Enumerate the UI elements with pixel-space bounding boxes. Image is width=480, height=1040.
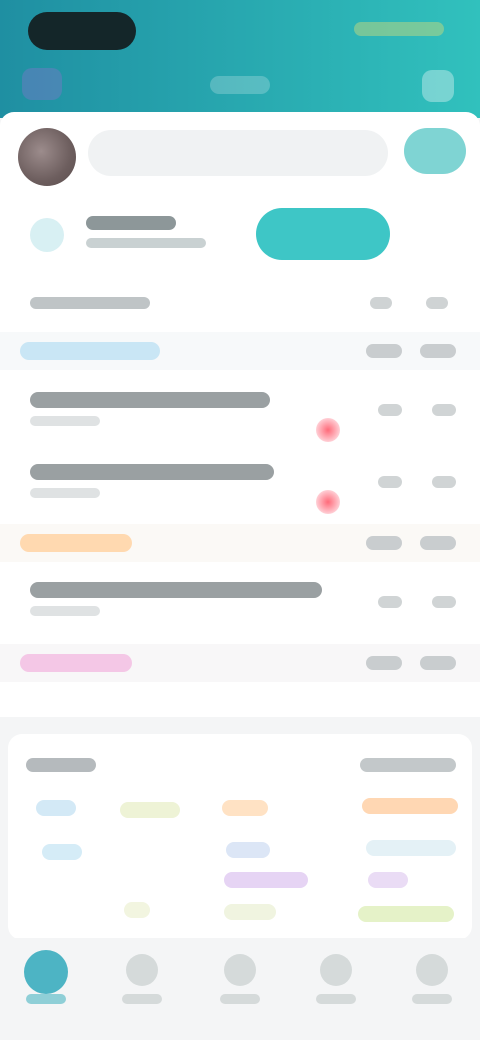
search-button[interactable] (404, 128, 466, 174)
category-row-blue[interactable] (0, 332, 480, 370)
item-value-2 (432, 596, 456, 608)
item-value-2 (432, 476, 456, 488)
info-icon (30, 218, 64, 252)
summary-chip (226, 842, 270, 858)
list-item[interactable] (0, 382, 480, 454)
list-item[interactable] (0, 454, 480, 526)
item-value-1 (378, 596, 402, 608)
summary-chip (366, 840, 456, 856)
status-pill (28, 12, 136, 50)
summary-chip (120, 802, 180, 818)
category-tag-orange (20, 534, 132, 552)
app-header (0, 0, 480, 118)
profile-icon[interactable] (422, 70, 454, 102)
info-title (86, 216, 176, 230)
home-icon (24, 950, 68, 994)
list-item[interactable] (0, 572, 480, 644)
tab-label (316, 994, 356, 1004)
item-subtitle (30, 488, 100, 498)
category-value-2 (420, 656, 456, 670)
alert-dot-icon (316, 418, 340, 442)
section-title (30, 297, 150, 309)
item-title (30, 464, 274, 480)
tab-user[interactable] (402, 950, 462, 1016)
alert-dot-icon (316, 490, 340, 514)
menu-icon[interactable] (22, 68, 62, 100)
header-title (210, 76, 270, 94)
summary-chip (36, 800, 76, 816)
summary-title (26, 758, 96, 772)
summary-chip (368, 872, 408, 888)
user-icon (416, 954, 448, 986)
list-icon (126, 954, 158, 986)
summary-chip (358, 906, 454, 922)
bottom-tab-bar (0, 938, 480, 1040)
primary-action-button[interactable] (256, 208, 390, 260)
column-header-1 (370, 297, 392, 309)
item-subtitle (30, 606, 100, 616)
tab-label (122, 994, 162, 1004)
summary-chip (362, 798, 458, 814)
search-input[interactable] (88, 130, 388, 176)
summary-link[interactable] (360, 758, 456, 772)
section-header (30, 294, 450, 314)
category-value-1 (366, 656, 402, 670)
category-value-2 (420, 344, 456, 358)
item-value-1 (378, 476, 402, 488)
tab-label (26, 994, 66, 1004)
summary-chip (42, 844, 82, 860)
category-row-pink[interactable] (0, 644, 480, 682)
item-value-1 (378, 404, 402, 416)
grid-icon (224, 954, 256, 986)
summary-chip (224, 904, 276, 920)
tab-chart[interactable] (306, 950, 366, 1016)
summary-chip (124, 902, 150, 918)
tab-list[interactable] (112, 950, 172, 1016)
tab-label (220, 994, 260, 1004)
summary-chip (222, 800, 268, 816)
item-title (30, 392, 270, 408)
item-title (30, 582, 322, 598)
category-tag-blue (20, 342, 160, 360)
status-indicators (354, 22, 444, 36)
item-value-2 (432, 404, 456, 416)
tab-label (412, 994, 452, 1004)
category-value-2 (420, 536, 456, 550)
category-value-1 (366, 344, 402, 358)
tab-home[interactable] (16, 950, 76, 1016)
category-tag-pink (20, 654, 132, 672)
column-header-2 (426, 297, 448, 309)
summary-chip (224, 872, 308, 888)
avatar[interactable] (18, 128, 76, 186)
category-value-1 (366, 536, 402, 550)
category-row-orange[interactable] (0, 524, 480, 562)
chart-icon (320, 954, 352, 986)
item-subtitle (30, 416, 100, 426)
tab-grid[interactable] (210, 950, 270, 1016)
info-block (30, 206, 206, 258)
info-subtitle (86, 238, 206, 248)
